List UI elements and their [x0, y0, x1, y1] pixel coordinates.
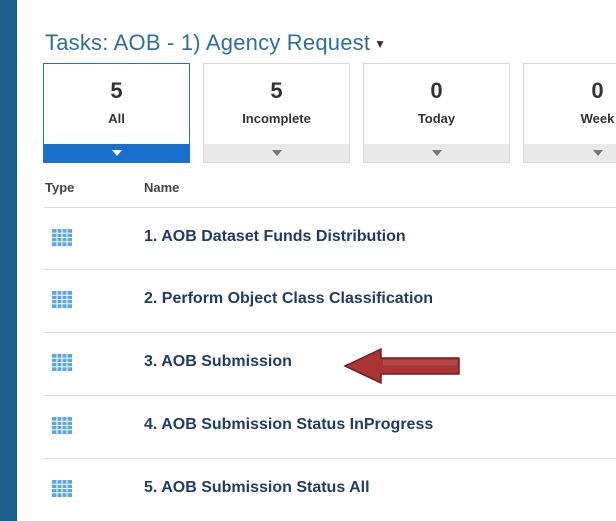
table-row[interactable]: 1. AOB Dataset Funds Distribution [44, 207, 616, 269]
grid-icon [52, 229, 72, 246]
filter-label: Week [580, 111, 615, 126]
filter-expand[interactable] [524, 144, 616, 162]
table-row[interactable]: 2. Perform Object Class Classification [44, 269, 616, 331]
page-title[interactable]: Tasks: AOB - 1) Agency Request ▼ [45, 30, 386, 56]
page-title-text: Tasks: AOB - 1) Agency Request [45, 30, 371, 55]
filter-count: 5 [270, 78, 283, 103]
filter-label: Incomplete [242, 111, 311, 126]
filter-tile-week[interactable]: 0 Week [523, 63, 616, 163]
filter-expand[interactable] [44, 144, 189, 162]
task-name-link[interactable]: 5. AOB Submission Status All [144, 479, 370, 497]
grid-icon [52, 480, 72, 497]
chevron-down-icon [111, 150, 122, 156]
column-header-type[interactable]: Type [45, 180, 74, 195]
task-name-link[interactable]: 2. Perform Object Class Classification [144, 290, 433, 308]
grid-icon [52, 291, 72, 308]
filter-expand[interactable] [204, 144, 349, 162]
column-header-name[interactable]: Name [144, 180, 179, 195]
task-name-link[interactable]: 1. AOB Dataset Funds Distribution [144, 228, 406, 246]
filter-count: 0 [591, 78, 604, 103]
filter-expand[interactable] [364, 144, 509, 162]
filter-tile-all[interactable]: 5 All [43, 63, 190, 163]
table-row[interactable]: 4. AOB Submission Status InProgress [44, 395, 616, 457]
task-name-link[interactable]: 3. AOB Submission [144, 353, 292, 371]
task-name-link[interactable]: 4. AOB Submission Status InProgress [144, 416, 433, 434]
filter-count: 5 [110, 78, 123, 103]
grid-icon [52, 417, 72, 434]
table-row[interactable]: 3. AOB Submission [44, 332, 616, 394]
filter-count: 0 [430, 78, 443, 103]
left-sidebar-strip [0, 0, 17, 521]
chevron-down-icon [592, 150, 603, 156]
filter-label: All [108, 111, 125, 126]
chevron-down-icon [271, 150, 282, 156]
arrow-left-icon [343, 347, 460, 385]
filter-tile-incomplete[interactable]: 5 Incomplete [203, 63, 350, 163]
filter-tile-today[interactable]: 0 Today [363, 63, 510, 163]
filter-label: Today [417, 111, 456, 126]
chevron-down-icon [431, 150, 442, 156]
grid-icon [52, 354, 72, 371]
table-row[interactable]: 5. AOB Submission Status All [44, 458, 616, 520]
caret-down-icon[interactable]: ▼ [374, 37, 386, 51]
